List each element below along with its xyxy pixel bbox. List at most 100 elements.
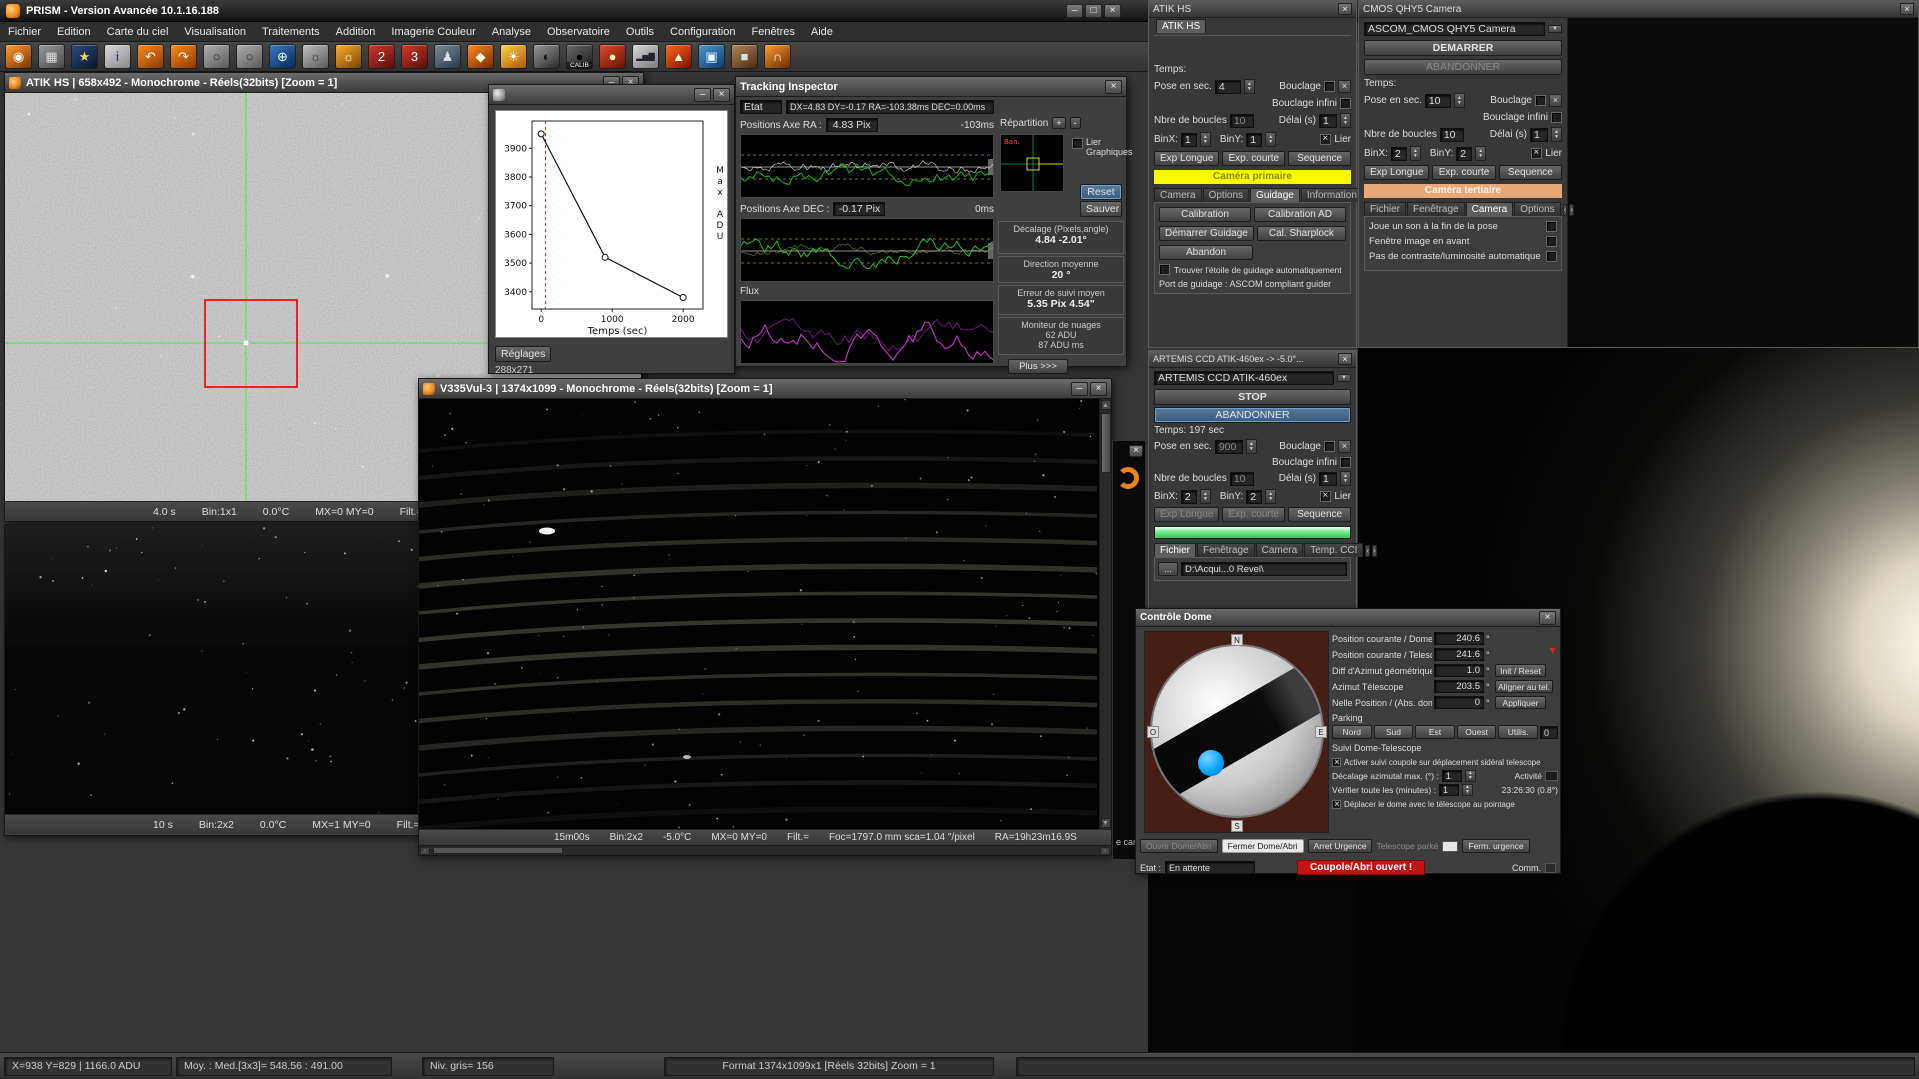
scroll-up-icon[interactable]: [1101, 400, 1111, 410]
atik-tab-camera[interactable]: Camera: [1154, 188, 1202, 202]
fenetre-avant-checkbox[interactable]: [1546, 236, 1557, 247]
menu-observatoire[interactable]: Observatoire: [539, 24, 618, 40]
menu-traitements[interactable]: Traitements: [254, 24, 328, 40]
binx-spinner[interactable]: [1200, 132, 1211, 147]
pose-spinner[interactable]: [1244, 79, 1255, 94]
bouclage-checkbox[interactable]: [1324, 441, 1335, 452]
scroll-left-icon[interactable]: [420, 847, 430, 855]
layer3-icon[interactable]: 3: [401, 44, 428, 69]
close-icon[interactable]: [1090, 382, 1107, 396]
close-icon[interactable]: [1338, 353, 1352, 365]
demarrer-guidage-button[interactable]: Démarrer Guidage: [1159, 226, 1254, 241]
dome-row-value[interactable]: 240.6: [1434, 632, 1484, 645]
trouver-etoile-checkbox[interactable]: [1159, 264, 1170, 275]
qhy-panel-titlebar[interactable]: CMOS QHY5 Camera: [1359, 1, 1918, 18]
exp-longue-button[interactable]: Exp Longue: [1154, 151, 1219, 166]
exp-courte-button[interactable]: Exp. courte: [1222, 151, 1285, 166]
decalage-spinner[interactable]: [1465, 770, 1476, 782]
sky-chart-icon[interactable]: ★: [71, 44, 98, 69]
decalage-azimutal-input[interactable]: 1: [1442, 770, 1462, 782]
ferm-urgence-button[interactable]: Ferm. urgence: [1462, 839, 1529, 853]
menu-fichier[interactable]: Fichier: [0, 24, 49, 40]
abandonner-button[interactable]: ABANDONNER: [1364, 59, 1562, 75]
flame-icon[interactable]: ▲: [665, 44, 692, 69]
undo-icon[interactable]: ↶: [137, 44, 164, 69]
delai-spinner[interactable]: [1551, 127, 1562, 142]
ouvrir-dome-button[interactable]: Ouvrir Dome/Abri: [1140, 839, 1218, 853]
dropdown-icon[interactable]: [1337, 374, 1351, 382]
menu-analyse[interactable]: Analyse: [484, 24, 539, 40]
acquisition-path-field[interactable]: D:\Acqui...0 Revel\: [1181, 562, 1347, 576]
dome-utilis-button[interactable]: Utilis.: [1498, 725, 1538, 739]
dome-aligner-au-tel-button[interactable]: Aligner au tel.: [1495, 680, 1553, 693]
qhy-tab-options[interactable]: Options: [1514, 202, 1560, 216]
sauver-button[interactable]: Sauver: [1080, 201, 1122, 217]
dome-est-button[interactable]: Est: [1415, 725, 1455, 739]
artemis-tab-camera[interactable]: Camera: [1256, 543, 1304, 557]
maximize-icon[interactable]: [1085, 4, 1102, 18]
menu-imagerie-couleur[interactable]: Imagerie Couleur: [383, 24, 483, 40]
qhy-camera-select[interactable]: ASCOM_CMOS QHY5 Camera: [1364, 22, 1545, 36]
zoom-out-icon[interactable]: ○: [203, 44, 230, 69]
bouclage-infini-checkbox[interactable]: [1340, 457, 1351, 468]
minimize-icon[interactable]: [1066, 4, 1083, 18]
vertical-scrollbar[interactable]: [1099, 399, 1111, 829]
demarrer-button[interactable]: DEMARRER: [1364, 40, 1562, 56]
dome-row-value[interactable]: 203.5: [1434, 680, 1484, 693]
dome-row-value[interactable]: 1.0: [1434, 664, 1484, 677]
eclipse-icon[interactable]: ◐: [533, 44, 560, 69]
stop-button[interactable]: STOP: [1154, 389, 1351, 405]
layer2-icon[interactable]: 2: [368, 44, 395, 69]
qhy-tab-fichier[interactable]: Fichier: [1364, 202, 1406, 216]
biny-input[interactable]: 2: [1456, 147, 1472, 161]
main-image[interactable]: [419, 399, 1111, 829]
lier-graphiques-checkbox[interactable]: [1072, 138, 1083, 149]
biny-spinner[interactable]: [1475, 146, 1486, 161]
pose-input[interactable]: 900: [1215, 440, 1243, 454]
camera-icon[interactable]: ■: [731, 44, 758, 69]
info-icon[interactable]: i: [104, 44, 131, 69]
close-icon[interactable]: [713, 88, 730, 102]
plus-button[interactable]: Plus >>>: [1008, 359, 1068, 374]
browse-button[interactable]: ...: [1158, 562, 1178, 576]
calibration-ad-button[interactable]: Calibration AD: [1254, 207, 1346, 222]
minimize-icon[interactable]: [694, 88, 711, 102]
atik-tab-information[interactable]: Information: [1301, 188, 1363, 202]
tab-scroll-right-icon[interactable]: [1569, 204, 1574, 216]
close-icon[interactable]: [1104, 4, 1121, 18]
binx-input[interactable]: 2: [1181, 490, 1197, 504]
biny-input[interactable]: 2: [1246, 490, 1262, 504]
horizontal-scrollbar[interactable]: [419, 845, 1111, 855]
pose-spinner[interactable]: [1246, 439, 1257, 454]
cal-sharplock-button[interactable]: Cal. Sharplock: [1257, 226, 1346, 241]
arret-urgence-button[interactable]: Arret Urgence: [1308, 839, 1373, 853]
atik-tab-options[interactable]: Options: [1203, 188, 1249, 202]
dome-sud-button[interactable]: Sud: [1374, 725, 1414, 739]
sequence-button[interactable]: Sequence: [1499, 165, 1562, 180]
close-icon[interactable]: [1338, 3, 1352, 15]
tab-scroll-left-icon[interactable]: [1563, 204, 1568, 216]
nbre-boucles-input[interactable]: 10: [1440, 128, 1464, 142]
reset-button[interactable]: Reset: [1080, 184, 1122, 200]
tracking-titlebar[interactable]: Tracking Inspector: [736, 77, 1126, 97]
lier-checkbox[interactable]: [1320, 491, 1331, 502]
abandon-button[interactable]: Abandon: [1159, 245, 1253, 260]
dome-utilis-value[interactable]: 0: [1540, 726, 1558, 739]
screen-icon[interactable]: ▣: [698, 44, 725, 69]
exp-courte-button[interactable]: Exp. courte: [1222, 507, 1285, 522]
tab-scroll-right-icon[interactable]: [1372, 545, 1377, 557]
binx-input[interactable]: 1: [1181, 133, 1197, 147]
minimize-icon[interactable]: [1071, 382, 1088, 396]
dome-row-value[interactable]: 241.6: [1434, 648, 1484, 661]
dropdown-icon[interactable]: [1548, 25, 1562, 33]
dome-init-reset-button[interactable]: Init / Reset: [1495, 664, 1546, 677]
sun-icon[interactable]: ☀: [500, 44, 527, 69]
deplacer-checkbox[interactable]: [1332, 800, 1341, 809]
artemis-camera-select[interactable]: ARTEMIS CCD ATIK-460ex: [1154, 371, 1334, 385]
abandonner-button[interactable]: ABANDONNER: [1154, 407, 1351, 423]
verifier-spinner[interactable]: [1462, 784, 1473, 796]
biny-spinner[interactable]: [1265, 489, 1276, 504]
binx-spinner[interactable]: [1410, 146, 1421, 161]
artemis-tab-fen-trage[interactable]: Fenêtrage: [1197, 543, 1255, 557]
bouclage-infini-checkbox[interactable]: [1551, 112, 1562, 123]
